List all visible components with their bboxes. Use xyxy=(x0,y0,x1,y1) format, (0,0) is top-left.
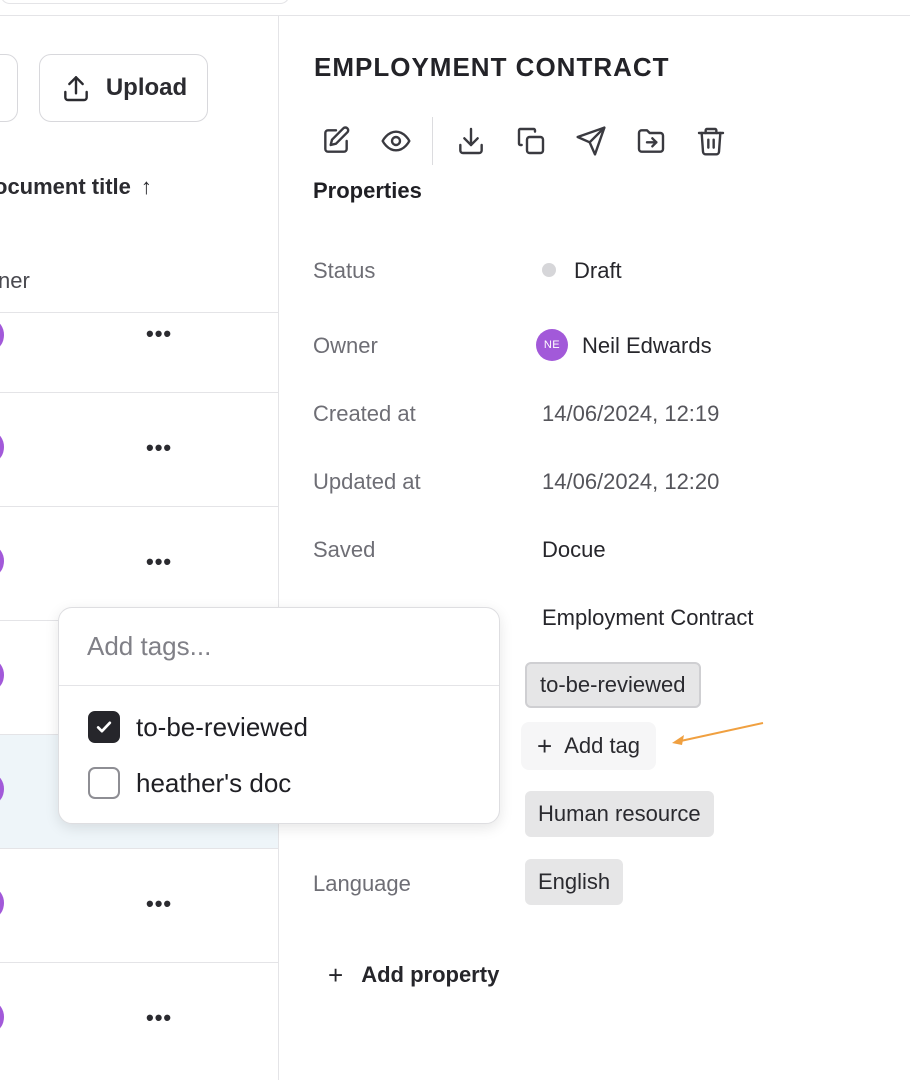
add-tag-button[interactable]: + Add tag xyxy=(521,722,657,770)
add-property-button[interactable]: + Add property xyxy=(328,962,499,988)
edit-icon xyxy=(324,126,350,153)
eye-icon xyxy=(381,130,411,152)
table-row[interactable]: ••• xyxy=(0,506,278,620)
tag-option-label: to-be-reviewed xyxy=(136,711,308,742)
tag-option-label: heather's doc xyxy=(136,767,292,798)
status-label: Status xyxy=(313,258,376,283)
avatar xyxy=(0,889,4,917)
avatar xyxy=(0,547,4,575)
plus-icon: + xyxy=(328,960,344,990)
toolbar-divider xyxy=(432,117,433,165)
row-more-button[interactable]: ••• xyxy=(146,437,172,459)
add-tag-label: Add tag xyxy=(564,733,641,758)
language-label: Language xyxy=(313,871,411,896)
document-detail-pane: EMPLOYMENT CONTRACT Properties Status Dr… xyxy=(280,16,910,1080)
checkmark-icon xyxy=(96,721,112,733)
tag-option[interactable]: heather's doc xyxy=(88,767,291,799)
status-value[interactable]: Draft xyxy=(574,258,622,284)
language-chip[interactable]: English xyxy=(525,859,624,905)
checkbox-checked[interactable] xyxy=(88,711,120,743)
filter-button[interactable] xyxy=(0,54,18,122)
row-more-button[interactable]: ••• xyxy=(146,323,172,345)
delete-button[interactable] xyxy=(693,123,729,159)
add-tags-input[interactable] xyxy=(59,608,499,686)
avatar xyxy=(0,1003,4,1031)
annotation-arrow-icon xyxy=(672,722,764,745)
sort-ascending-icon: ↑ xyxy=(140,174,152,199)
duplicate-button[interactable] xyxy=(513,123,549,159)
row-more-button[interactable]: ••• xyxy=(146,551,172,573)
table-row[interactable]: ••• xyxy=(0,848,278,962)
edit-button[interactable] xyxy=(318,123,354,159)
document-list-pane: Upload ocument title ↑ ner ••• ••• ••• •… xyxy=(0,16,279,1080)
template-value[interactable]: Employment Contract xyxy=(542,605,754,631)
table-row[interactable]: ••• xyxy=(0,962,278,1076)
tag-option[interactable]: to-be-reviewed xyxy=(88,711,308,743)
plus-icon: + xyxy=(537,731,553,761)
owner-value[interactable]: Neil Edwards xyxy=(582,333,712,359)
saved-value[interactable]: Docue xyxy=(542,537,606,563)
tags-popover: to-be-reviewed heather's doc xyxy=(58,607,500,824)
tag-chip[interactable]: to-be-reviewed xyxy=(525,662,701,708)
copy-icon xyxy=(517,127,545,155)
top-search-bar-edge xyxy=(0,0,290,4)
owner-label: Owner xyxy=(313,333,378,358)
download-button[interactable] xyxy=(453,123,489,159)
trash-icon xyxy=(697,127,725,156)
properties-heading: Properties xyxy=(313,178,422,203)
document-type-chip[interactable]: Human resource xyxy=(525,791,714,837)
upload-button-label: Upload xyxy=(105,74,188,101)
column-header-document-title[interactable]: ocument title ↑ xyxy=(0,174,152,200)
updated-at-value: 14/06/2024, 12:20 xyxy=(542,469,720,494)
row-more-button[interactable]: ••• xyxy=(146,893,172,915)
table-row[interactable]: ••• xyxy=(0,312,278,392)
column-header-document-title-label: ocument title xyxy=(0,174,131,199)
preview-button[interactable] xyxy=(378,123,414,159)
created-at-label: Created at xyxy=(313,401,416,426)
checkbox-unchecked[interactable] xyxy=(88,767,120,799)
avatar: NE xyxy=(536,329,568,361)
move-to-folder-button[interactable] xyxy=(633,123,669,159)
send-button[interactable] xyxy=(573,123,609,159)
avatar xyxy=(0,661,4,689)
send-icon xyxy=(576,126,606,156)
avatar xyxy=(0,321,4,349)
avatar xyxy=(0,775,4,803)
upload-icon xyxy=(63,76,88,102)
table-row[interactable]: ••• xyxy=(0,392,278,506)
document-title: EMPLOYMENT CONTRACT xyxy=(314,52,670,82)
download-icon xyxy=(459,127,483,155)
updated-at-label: Updated at xyxy=(313,469,421,494)
status-dot xyxy=(542,263,556,277)
created-at-value: 14/06/2024, 12:19 xyxy=(542,401,720,426)
upload-button[interactable]: Upload xyxy=(39,54,208,122)
document-toolbar xyxy=(318,116,753,166)
avatar xyxy=(0,433,4,461)
saved-label: Saved xyxy=(313,537,376,562)
column-header-owner[interactable]: ner xyxy=(0,268,30,294)
add-property-label: Add property xyxy=(361,962,500,987)
row-more-button[interactable]: ••• xyxy=(146,1007,172,1029)
folder-move-icon xyxy=(637,129,665,153)
